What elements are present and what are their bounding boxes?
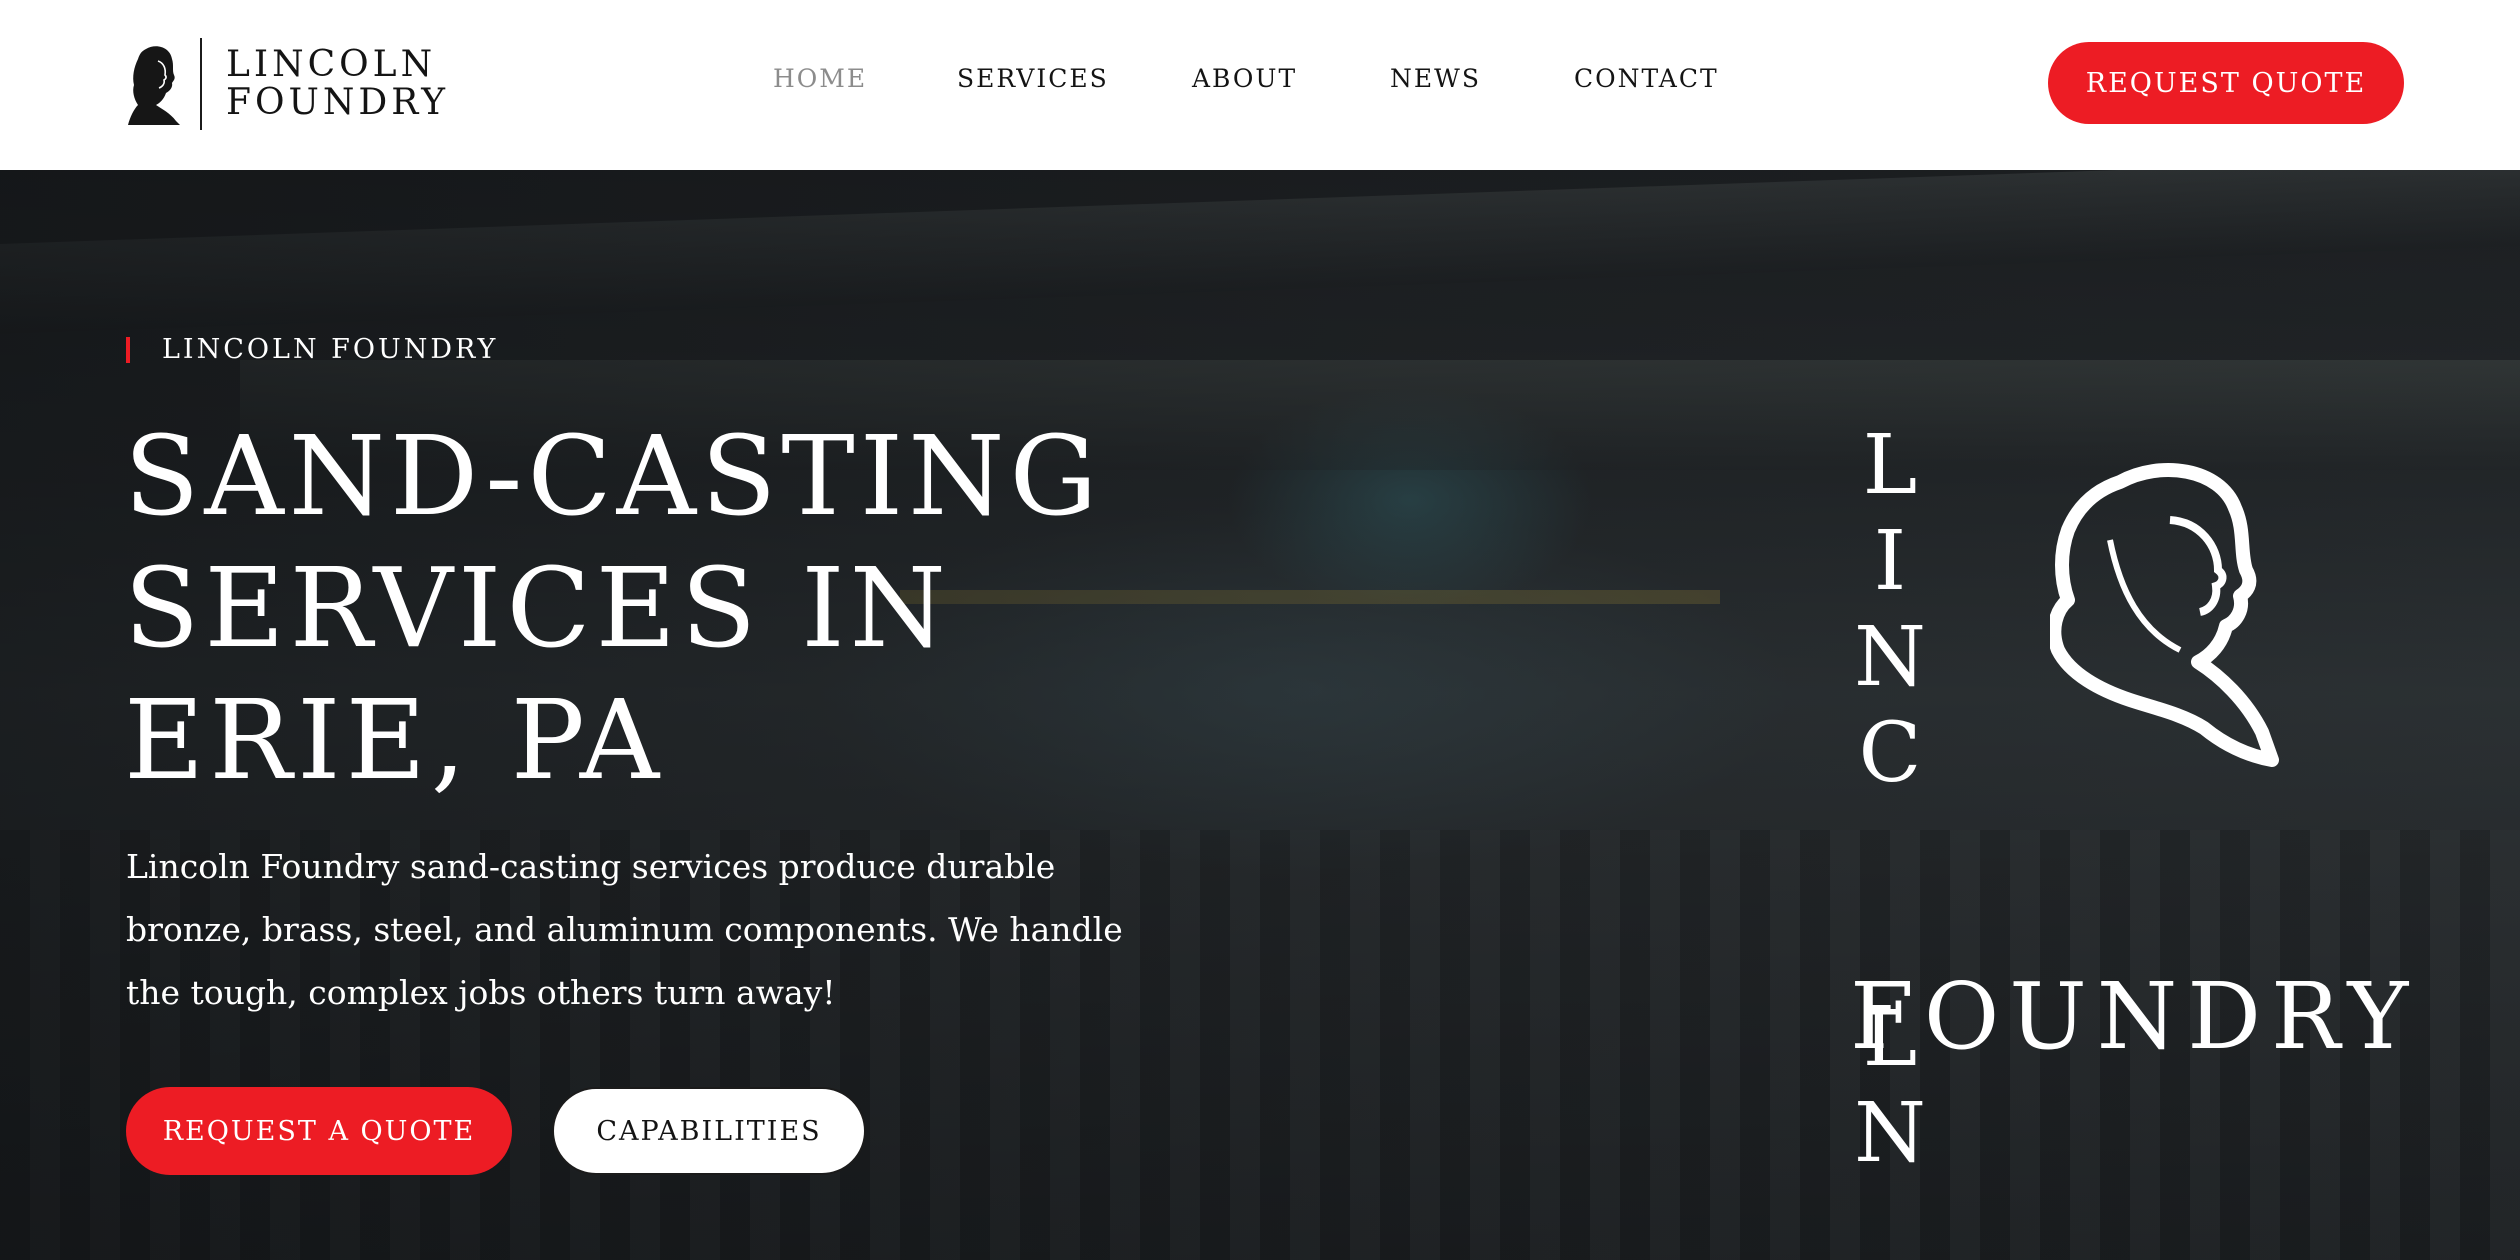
- nav-about[interactable]: ABOUT: [1192, 64, 1297, 93]
- eyebrow-accent-bar: [126, 336, 130, 363]
- logo-foundry-word: FOUNDRY: [1850, 963, 2419, 1070]
- hero-eyebrow: LINCOLN FOUNDRY: [126, 334, 498, 365]
- capabilities-button[interactable]: CAPABILITIES: [552, 1087, 866, 1175]
- hero-title-line-3: ERIE, PA: [124, 676, 665, 804]
- lincoln-profile-icon: [2050, 463, 2279, 767]
- hero-title-line-2: SERVICES IN: [124, 544, 951, 672]
- request-a-quote-button[interactable]: REQUEST A QUOTE: [126, 1087, 512, 1175]
- logo-letter: C: [1858, 706, 1922, 801]
- logo-letter: N: [1854, 1086, 1926, 1181]
- hero-section: LINCOLN FOUNDRY SAND-CASTING SERVICES IN…: [0, 170, 2520, 1260]
- site-header: LINCOLN FOUNDRY HOME SERVICES ABOUT NEWS…: [0, 0, 2520, 170]
- logo-letter: N: [1854, 610, 1926, 705]
- nav-contact[interactable]: CONTACT: [1574, 64, 1719, 93]
- logo-letter: I: [1873, 514, 1907, 609]
- hero-brand-logo: L I N C O L N FOUNDRY: [1850, 418, 2430, 1260]
- logo-letter: L: [1862, 418, 1918, 513]
- nav-services[interactable]: SERVICES: [957, 64, 1109, 93]
- hero-description: Lincoln Foundry sand-casting services pr…: [126, 847, 1123, 1012]
- hero-title-line-1: SAND-CASTING: [124, 412, 1103, 540]
- eyebrow-text: LINCOLN FOUNDRY: [162, 334, 499, 365]
- hero-title: SAND-CASTING SERVICES IN ERIE, PA: [124, 410, 1184, 806]
- request-quote-button[interactable]: REQUEST QUOTE: [2048, 42, 2404, 124]
- nav-home[interactable]: HOME: [773, 64, 867, 93]
- nav-news[interactable]: NEWS: [1390, 64, 1481, 93]
